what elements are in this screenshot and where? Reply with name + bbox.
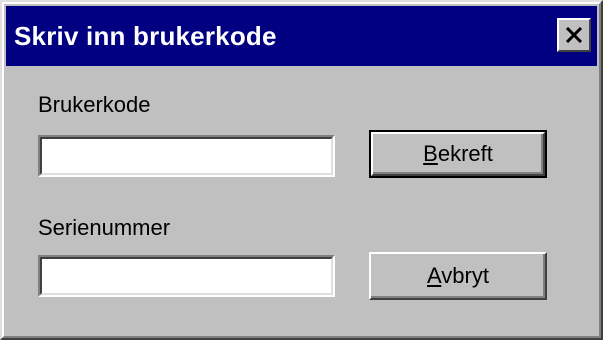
user-code-field[interactable] [38,135,335,177]
title-bar[interactable]: Skriv inn brukerkode [6,6,597,66]
serial-number-field[interactable] [38,255,335,297]
serial-number-label: Serienummer [38,215,171,240]
close-button[interactable] [557,18,591,52]
confirm-mnemonic: B [423,141,438,166]
dialog-window: Skriv inn brukerkode Brukerkode Serienum… [0,0,603,340]
user-code-label: Brukerkode [38,92,151,117]
serial-number-input[interactable] [44,261,329,291]
cancel-mnemonic: A [427,263,442,288]
user-code-input[interactable] [44,141,329,171]
close-icon [565,27,583,43]
cancel-label-rest: vbryt [441,263,489,288]
window-title: Skriv inn brukerkode [14,20,277,51]
cancel-button-label: Avbryt [427,263,489,289]
confirm-button[interactable]: Bekreft [369,130,547,178]
confirm-label-rest: ekreft [437,141,493,166]
cancel-button[interactable]: Avbryt [369,252,547,300]
confirm-button-face: Bekreft [371,132,545,176]
confirm-button-label: Bekreft [423,141,493,167]
